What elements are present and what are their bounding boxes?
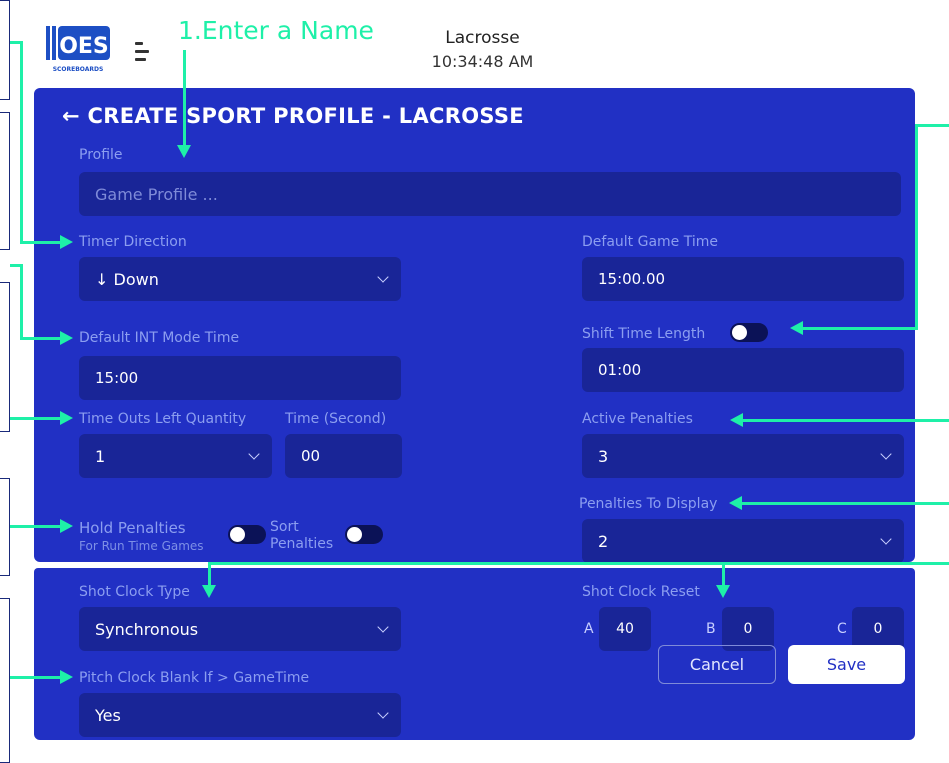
annotation-line: [722, 562, 725, 586]
toggle-knob: [347, 527, 362, 542]
annotation-arrow-icon: [60, 670, 73, 684]
annotation-line: [916, 124, 949, 127]
annotation-arrow-icon: [202, 585, 216, 598]
annotation-bracket: [0, 478, 10, 576]
pitch-clock-label: Pitch Clock Blank If > GameTime: [79, 670, 310, 686]
annotation-arrow-icon: [177, 145, 191, 158]
annotation-bracket: [0, 598, 10, 763]
pitch-clock-select[interactable]: Yes: [79, 693, 401, 737]
shot-clock-reset-label: Shot Clock Reset: [582, 584, 700, 600]
shot-clock-reset-b-label: B: [706, 621, 716, 637]
shot-clock-reset-a-input[interactable]: 40: [599, 607, 651, 651]
annotation-arrow-icon: [790, 321, 803, 335]
default-int-mode-time-input[interactable]: 15:00: [79, 356, 401, 400]
shift-time-length-label: Shift Time Length: [582, 326, 706, 342]
penalties-to-display-value: 2: [598, 531, 609, 551]
annotation-arrow-icon: [60, 411, 73, 425]
default-int-mode-time-label: Default INT Mode Time: [79, 330, 240, 346]
active-penalties-value: 3: [598, 446, 609, 466]
default-game-time-label: Default Game Time: [582, 234, 718, 250]
logo-subtext: SCOREBOARDS: [53, 66, 104, 73]
annotation-line: [183, 50, 186, 146]
time-seconds-input[interactable]: 00: [285, 434, 402, 478]
profile-name-input[interactable]: Game Profile ...: [79, 172, 901, 216]
annotation-line: [10, 417, 61, 420]
annotation-bracket: [0, 0, 10, 100]
annotation-line: [20, 241, 61, 244]
penalties-to-display-label: Penalties To Display: [579, 496, 718, 512]
annotation-line: [742, 502, 949, 505]
active-penalties-label: Active Penalties: [582, 411, 693, 427]
annotation-line: [10, 676, 61, 679]
annotation-line: [803, 327, 918, 330]
annotation-line: [208, 562, 211, 586]
toggle-knob: [732, 325, 747, 340]
annotation-line: [20, 337, 61, 340]
sport-profile-panel: [34, 88, 915, 562]
time-outs-value: 1: [95, 446, 106, 466]
annotation-arrow-icon: [60, 519, 73, 533]
annotation-arrow-icon: [60, 235, 73, 249]
annotation-line: [208, 562, 949, 565]
toggle-knob: [230, 527, 245, 542]
annotation-line: [20, 41, 23, 244]
annotation-bracket: [0, 282, 10, 432]
time-outs-left-quantity-label: Time Outs Left Quantity: [79, 411, 247, 427]
annotation-arrow-icon: [730, 413, 743, 427]
default-game-time-input[interactable]: 15:00.00: [582, 257, 904, 301]
annotation-enter-name: 1.Enter a Name: [178, 16, 374, 45]
annotation-arrow-icon: [716, 585, 730, 598]
chevron-down-icon: [377, 621, 389, 633]
timer-direction-select[interactable]: ↓ Down: [79, 257, 401, 301]
sort-penalties-label-line1: Sort: [270, 519, 299, 535]
annotation-arrow-icon: [60, 331, 73, 345]
sort-penalties-label-line2: Penalties: [270, 536, 334, 552]
active-penalties-select[interactable]: 3: [582, 434, 904, 478]
shot-clock-reset-a-label: A: [584, 621, 594, 637]
timer-direction-value: ↓ Down: [95, 269, 159, 289]
timer-direction-label: Timer Direction: [79, 234, 187, 250]
chevron-down-icon: [248, 448, 260, 460]
page-title[interactable]: ← CREATE SPORT PROFILE - LACROSSE: [62, 104, 524, 128]
hold-penalties-label: Hold Penalties: [79, 519, 186, 537]
annotation-arrow-icon: [729, 496, 742, 510]
cancel-button[interactable]: Cancel: [658, 645, 776, 684]
hamburger-menu-icon[interactable]: [135, 40, 155, 64]
time-seconds-label: Time (Second): [285, 411, 387, 427]
shot-clock-type-select[interactable]: Synchronous: [79, 607, 401, 651]
header-sport-name: Lacrosse: [445, 28, 520, 48]
annotation-line: [20, 264, 23, 340]
shot-clock-type-label: Shot Clock Type: [79, 584, 190, 600]
header-clock: 10:34:48 AM: [431, 52, 534, 71]
chevron-down-icon: [880, 448, 892, 460]
chevron-down-icon: [880, 533, 892, 545]
hold-penalties-toggle[interactable]: [228, 525, 266, 544]
shot-clock-type-value: Synchronous: [95, 619, 199, 639]
hold-penalties-sublabel: For Run Time Games: [79, 539, 204, 553]
penalties-to-display-select[interactable]: 2: [582, 519, 904, 563]
pitch-clock-value: Yes: [95, 705, 121, 725]
chevron-down-icon: [377, 271, 389, 283]
annotation-line: [915, 124, 918, 330]
shift-time-toggle[interactable]: [730, 323, 768, 342]
chevron-down-icon: [377, 707, 389, 719]
save-button[interactable]: Save: [788, 645, 905, 684]
annotation-line: [743, 419, 949, 422]
logo-text: OES: [59, 34, 109, 59]
annotation-line: [10, 525, 61, 528]
profile-label: Profile: [79, 147, 123, 163]
time-outs-left-quantity-select[interactable]: 1: [79, 434, 272, 478]
annotation-bracket: [0, 112, 10, 250]
shot-clock-reset-c-label: C: [837, 621, 847, 637]
shift-time-length-input[interactable]: 01:00: [582, 348, 904, 392]
sort-penalties-toggle[interactable]: [345, 525, 383, 544]
oes-logo: OES SCOREBOARDS: [44, 24, 113, 75]
